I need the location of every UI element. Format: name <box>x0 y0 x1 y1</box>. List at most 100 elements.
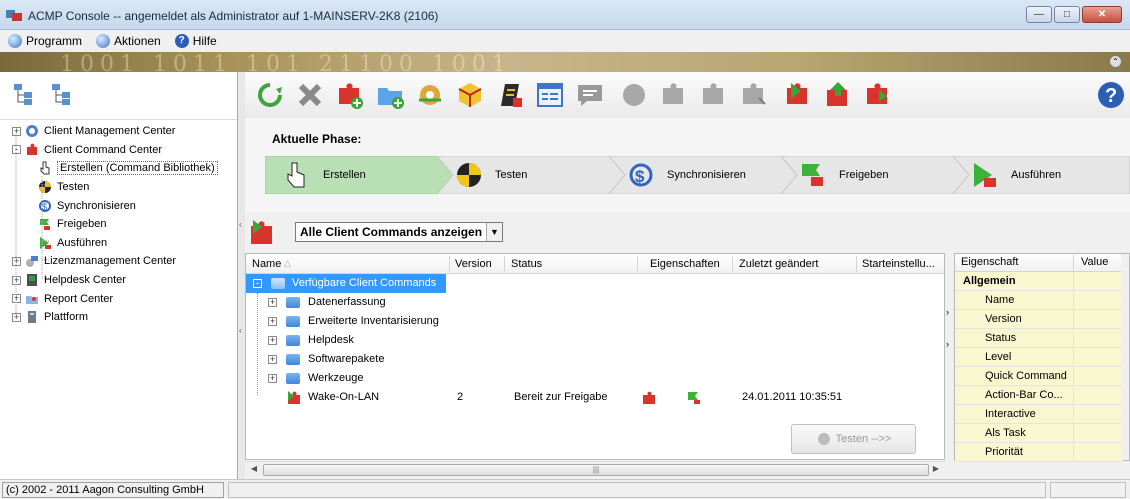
property-row[interactable]: Version <box>955 310 1123 329</box>
chevron-right-icon[interactable]: › <box>946 339 949 349</box>
column-separator[interactable] <box>637 256 638 272</box>
release-icon <box>787 83 807 104</box>
expand-icon[interactable]: + <box>268 336 277 345</box>
import-button[interactable] <box>821 78 855 112</box>
table-row-root[interactable]: - Verfügbare Client Commands <box>246 274 446 293</box>
test-forward-button[interactable]: Testen -->> <box>791 424 916 454</box>
phase-testen[interactable]: Testen <box>437 156 625 194</box>
puzzle-gray-icon <box>703 83 723 104</box>
column-separator[interactable] <box>732 256 733 272</box>
property-value[interactable] <box>1073 310 1123 328</box>
release-button[interactable] <box>781 78 815 112</box>
new-command-icon <box>339 83 363 109</box>
properties-scrollbar[interactable] <box>1121 254 1129 460</box>
package-button[interactable] <box>453 78 487 112</box>
close-button[interactable]: ✕ <box>1082 6 1122 23</box>
column-eigenschaften[interactable]: Eigenschaften <box>650 258 720 270</box>
property-row[interactable]: Name <box>955 291 1123 310</box>
column-separator[interactable] <box>504 256 505 272</box>
scroll-right-icon[interactable]: ▶ <box>929 464 943 476</box>
property-value[interactable] <box>1073 291 1123 309</box>
property-row[interactable]: Action-Bar Co... <box>955 386 1123 405</box>
tree-lines <box>15 134 50 320</box>
export-button[interactable] <box>861 78 895 112</box>
properties-button[interactable] <box>533 78 567 112</box>
chevron-left-icon[interactable]: ‹ <box>239 326 244 340</box>
collapse-all-icon[interactable] <box>50 82 74 106</box>
table-row-folder[interactable]: + Erweiterte Inventarisierung <box>246 312 944 331</box>
property-row[interactable]: Level <box>955 348 1123 367</box>
script-button[interactable] <box>493 78 527 112</box>
property-row[interactable]: Als Task <box>955 424 1123 443</box>
new-folder-button[interactable] <box>373 78 407 112</box>
property-row[interactable]: Interactive <box>955 405 1123 424</box>
property-value[interactable] <box>1073 386 1123 404</box>
value-column-header[interactable]: Value <box>1081 256 1108 268</box>
property-value[interactable] <box>1073 348 1123 366</box>
root-folder-label: Verfügbare Client Commands <box>292 277 437 289</box>
expand-icon[interactable]: + <box>268 374 277 383</box>
phase-freigeben[interactable]: Freigeben <box>781 156 969 194</box>
property-row[interactable]: Priorität <box>955 443 1123 462</box>
test-icon <box>457 163 481 187</box>
column-status[interactable]: Status <box>511 258 542 270</box>
phase-erstellen[interactable]: Erstellen <box>265 156 453 194</box>
chevron-right-icon[interactable]: › <box>946 307 949 317</box>
expand-all-icon[interactable] <box>12 82 36 106</box>
table-row-folder[interactable]: + Softwarepakete <box>246 350 944 369</box>
command-filter-select[interactable]: Alle Client Commands anzeigen ▼ <box>295 222 503 242</box>
disabled-action-3[interactable] <box>697 78 731 112</box>
comment-button[interactable] <box>573 78 607 112</box>
new-command-button[interactable] <box>333 78 367 112</box>
scroll-thumb[interactable]: ||| <box>263 464 929 476</box>
maximize-button[interactable]: □ <box>1054 6 1080 23</box>
chevron-down-icon[interactable]: ▼ <box>486 223 502 241</box>
column-separator[interactable] <box>449 256 450 272</box>
table-row-folder[interactable]: + Datenerfassung <box>246 293 944 312</box>
table-row-folder[interactable]: + Helpdesk <box>246 331 944 350</box>
property-value[interactable] <box>1073 424 1123 442</box>
release-flag-icon <box>688 392 700 404</box>
menu-programm[interactable]: Programm <box>8 34 82 48</box>
scroll-left-icon[interactable]: ◀ <box>247 464 261 476</box>
property-category: Allgemein <box>955 272 1123 291</box>
collapse-banner-button[interactable]: ⌃ <box>1109 55 1122 68</box>
menu-hilfe[interactable]: ? Hilfe <box>174 34 217 48</box>
phase-ausfuehren[interactable]: Ausführen <box>953 156 1130 194</box>
horizontal-scrollbar[interactable]: ◀ ||| ▶ <box>245 461 945 477</box>
column-zuletzt-geaendert[interactable]: Zuletzt geändert <box>739 258 819 270</box>
grid-header: Name △ Version Status Eigenschaften Zule… <box>246 254 944 274</box>
property-row[interactable]: Status <box>955 329 1123 348</box>
disabled-action-4[interactable] <box>737 78 771 112</box>
column-name[interactable]: Name <box>252 258 281 270</box>
help-button[interactable]: ? <box>1094 78 1128 112</box>
settings-button[interactable] <box>413 78 447 112</box>
table-row-command[interactable]: Wake-On-LAN 2 Bereit zur Freigabe 24.01.… <box>246 388 944 407</box>
property-value[interactable] <box>1073 329 1123 347</box>
column-version[interactable]: Version <box>455 258 492 270</box>
menu-aktionen[interactable]: Aktionen <box>96 34 161 48</box>
expand-icon[interactable]: + <box>268 355 277 364</box>
property-value[interactable] <box>1073 367 1123 385</box>
expand-icon[interactable]: + <box>268 298 277 307</box>
property-row[interactable]: Quick Command <box>955 367 1123 386</box>
minimize-button[interactable]: — <box>1026 6 1052 23</box>
disabled-action-1[interactable] <box>617 78 651 112</box>
command-toolbar: ? <box>245 72 1130 118</box>
folder-icon <box>286 316 300 327</box>
expand-icon[interactable]: + <box>268 317 277 326</box>
property-value[interactable] <box>1073 405 1123 423</box>
column-starteinstellungen[interactable]: Starteinstellu... <box>862 258 935 270</box>
property-column-header[interactable]: Eigenschaft <box>961 256 1018 268</box>
pane-splitter[interactable]: ‹ ‹ <box>238 72 245 479</box>
collapse-icon[interactable]: - <box>253 279 262 288</box>
phase-synchronisieren[interactable]: $ Synchronisieren <box>609 156 797 194</box>
refresh-button[interactable] <box>253 78 287 112</box>
chevron-left-icon[interactable]: ‹ <box>239 220 244 234</box>
disabled-action-2[interactable] <box>657 78 691 112</box>
delete-button[interactable] <box>293 78 327 112</box>
table-row-folder[interactable]: + Werkzeuge <box>246 369 944 388</box>
column-separator[interactable] <box>856 256 857 272</box>
property-value[interactable] <box>1073 443 1123 461</box>
properties-splitter[interactable]: › › <box>945 253 954 461</box>
